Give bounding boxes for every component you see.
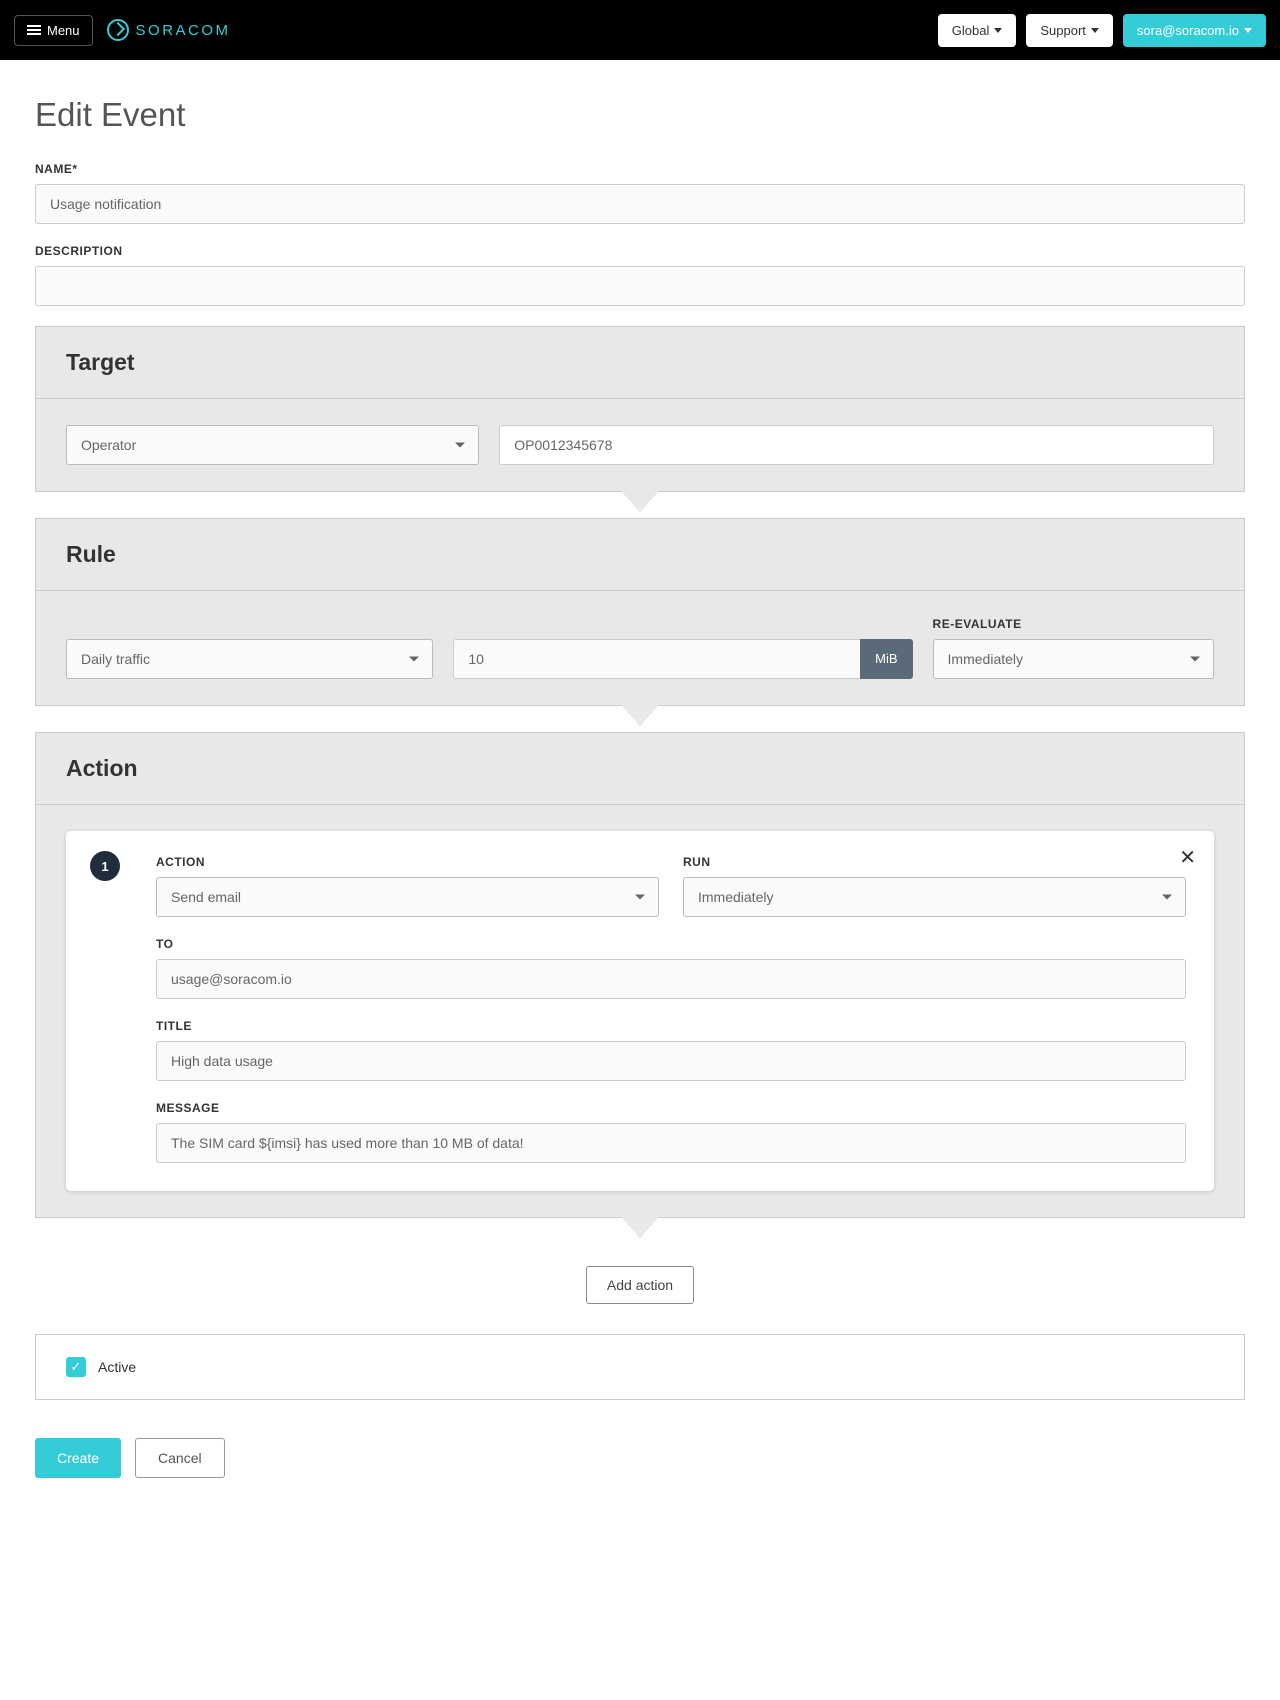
target-id-field: OP0012345678 bbox=[499, 425, 1214, 465]
logo-icon bbox=[107, 19, 129, 41]
reevaluate-select[interactable]: Immediately bbox=[933, 639, 1214, 679]
cancel-button[interactable]: Cancel bbox=[135, 1438, 225, 1478]
global-dropdown[interactable]: Global bbox=[938, 14, 1017, 47]
message-input[interactable] bbox=[156, 1123, 1186, 1163]
brand-logo[interactable]: SORACOM bbox=[107, 19, 231, 41]
run-select[interactable]: Immediately bbox=[683, 877, 1186, 917]
status-panel: ✓ Active bbox=[35, 1334, 1245, 1400]
description-label: DESCRIPTION bbox=[35, 244, 1245, 258]
title-input[interactable] bbox=[156, 1041, 1186, 1081]
description-input[interactable] bbox=[35, 266, 1245, 306]
run-label: RUN bbox=[683, 855, 1186, 869]
rule-panel: Rule Daily traffic MiB RE-EVALUATE bbox=[35, 518, 1245, 706]
target-type-select[interactable]: Operator bbox=[66, 425, 479, 465]
action-panel: Action 1 ✕ ACTION Send email bbox=[35, 732, 1245, 1218]
create-button[interactable]: Create bbox=[35, 1438, 121, 1478]
action-card: 1 ✕ ACTION Send email RUN bbox=[66, 831, 1214, 1191]
title-label: TITLE bbox=[156, 1019, 1186, 1033]
reevaluate-label: RE-EVALUATE bbox=[933, 617, 1214, 631]
active-label: Active bbox=[98, 1359, 136, 1375]
close-icon[interactable]: ✕ bbox=[1179, 845, 1196, 870]
rule-value-input[interactable] bbox=[453, 639, 860, 679]
message-label: MESSAGE bbox=[156, 1101, 1186, 1115]
support-dropdown[interactable]: Support bbox=[1026, 14, 1113, 47]
to-label: TO bbox=[156, 937, 1186, 951]
to-input[interactable] bbox=[156, 959, 1186, 999]
action-type-select[interactable]: Send email bbox=[156, 877, 659, 917]
menu-button[interactable]: Menu bbox=[14, 15, 93, 46]
page-title: Edit Event bbox=[35, 96, 1245, 134]
unit-addon: MiB bbox=[860, 639, 912, 679]
brand-text: SORACOM bbox=[136, 22, 231, 39]
action-type-label: ACTION bbox=[156, 855, 659, 869]
rule-type-select[interactable]: Daily traffic bbox=[66, 639, 433, 679]
name-input[interactable] bbox=[35, 184, 1245, 224]
action-heading: Action bbox=[66, 755, 1214, 782]
target-panel: Target Operator OP0012345678 bbox=[35, 326, 1245, 492]
target-heading: Target bbox=[66, 349, 1214, 376]
add-action-button[interactable]: Add action bbox=[586, 1266, 694, 1304]
name-label: NAME* bbox=[35, 162, 1245, 176]
connector-icon bbox=[35, 492, 1245, 518]
action-number-badge: 1 bbox=[90, 851, 120, 881]
active-checkbox[interactable]: ✓ bbox=[66, 1357, 86, 1377]
chevron-down-icon bbox=[1244, 28, 1252, 33]
menu-label: Menu bbox=[47, 23, 80, 38]
hamburger-icon bbox=[27, 25, 41, 35]
user-dropdown[interactable]: sora@soracom.io bbox=[1123, 14, 1266, 47]
navbar: Menu SORACOM Global Support sora@soracom… bbox=[0, 0, 1280, 60]
rule-heading: Rule bbox=[66, 541, 1214, 568]
chevron-down-icon bbox=[994, 28, 1002, 33]
connector-icon bbox=[35, 1218, 1245, 1244]
chevron-down-icon bbox=[1091, 28, 1099, 33]
connector-icon bbox=[35, 706, 1245, 732]
